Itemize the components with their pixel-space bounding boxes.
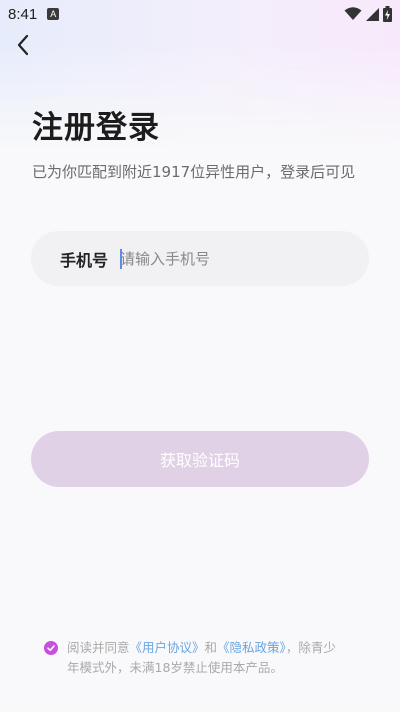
page-subtitle: 已为你匹配到附近1917位异性用户，登录后可见 — [32, 163, 356, 181]
text-cursor — [120, 248, 123, 269]
back-button[interactable] — [10, 34, 36, 60]
notification-icon: A — [47, 8, 60, 20]
agreement-prefix: 阅读并同意 — [67, 640, 130, 655]
phone-field[interactable]: 手机号 — [31, 231, 369, 286]
page-title: 注册登录 — [32, 110, 160, 146]
phone-input-wrapper[interactable] — [120, 247, 369, 271]
battery-charging-icon — [383, 6, 392, 22]
privacy-policy-link[interactable]: 《隐私政策》 — [217, 640, 286, 655]
phone-input[interactable] — [120, 249, 369, 268]
phone-field-label: 手机号 — [60, 250, 109, 270]
back-arrow-icon — [16, 34, 30, 60]
agreement: 阅读并同意《用户协议》和《隐私政策》，除青少年模式外，未满18岁禁止使用本产品。 — [44, 638, 344, 678]
agreement-text: 阅读并同意《用户协议》和《隐私政策》，除青少年模式外，未满18岁禁止使用本产品。 — [67, 638, 343, 678]
agreement-checkbox-checked-icon[interactable] — [44, 641, 58, 655]
status-bar: 8:41 A — [0, 0, 400, 28]
signal-icon — [366, 7, 379, 21]
wifi-icon — [344, 7, 362, 21]
status-icons — [344, 6, 392, 22]
agreement-and: 和 — [204, 640, 218, 655]
user-agreement-link[interactable]: 《用户协议》 — [130, 640, 205, 655]
status-time: 8:41 — [8, 5, 38, 23]
get-verification-code-button[interactable]: 获取验证码 — [31, 431, 369, 487]
